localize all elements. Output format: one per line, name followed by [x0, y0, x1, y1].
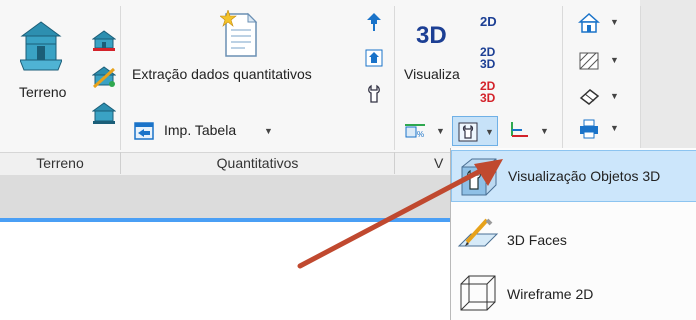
- menu-item-object-3d-view[interactable]: Visualização Objetos 3D: [451, 150, 696, 202]
- eraser-tool-button[interactable]: ▼: [578, 86, 624, 108]
- terreno-button-label: Terreno: [19, 84, 67, 100]
- view-2d3d-alt-bottom: 3D: [480, 91, 496, 105]
- object-3d-view-icon: [461, 158, 497, 196]
- visualiza-button[interactable]: 3D Visualiza: [400, 10, 470, 90]
- view-2d-icon: 2D: [480, 14, 497, 29]
- axis-icon: [511, 122, 528, 137]
- view-mode-dropdown-menu: Visualização Objetos 3D 3D Faces Wirefra…: [450, 148, 696, 320]
- section-view-icon: %: [405, 124, 425, 139]
- house-tool-button[interactable]: ▼: [578, 12, 624, 34]
- object-view-wrench-icon: [458, 122, 478, 142]
- wireframe-cube-icon: [460, 275, 496, 311]
- terrain-house-icon: [20, 21, 62, 71]
- hatch-icon: [579, 52, 599, 70]
- document-star-icon: [220, 10, 258, 57]
- import-table-icon: [134, 122, 154, 140]
- axis-view-button[interactable]: ▼: [506, 118, 552, 142]
- menu-item-wireframe-2d-label: Wireframe 2D: [507, 286, 594, 302]
- svg-text:%: %: [417, 130, 424, 139]
- object-view-dropdown-arrow[interactable]: ▼: [485, 127, 494, 137]
- eraser-tool-dropdown-arrow[interactable]: ▼: [610, 91, 619, 101]
- big-3d-icon: 3D: [416, 22, 447, 49]
- printer-icon: [580, 119, 598, 139]
- terrain-level-icon[interactable]: [92, 102, 116, 124]
- 3d-faces-icon: [457, 218, 499, 247]
- group-label-separator: [394, 152, 395, 174]
- import-table-label: Imp. Tabela: [164, 122, 237, 138]
- group-separator: [120, 6, 121, 150]
- group-label-quantitativos: Quantitativos: [216, 155, 299, 171]
- hatch-tool-button[interactable]: ▼: [578, 50, 624, 72]
- terreno-button[interactable]: Terreno: [10, 20, 74, 110]
- terrain-edit-icon[interactable]: [92, 66, 116, 88]
- object-view-button[interactable]: ▼: [452, 116, 498, 146]
- view-2d3d-bottom: 3D: [480, 57, 496, 71]
- terrain-small-icon[interactable]: [92, 30, 116, 52]
- menu-item-3d-faces-label: 3D Faces: [507, 232, 567, 248]
- house-outline-icon: [578, 12, 600, 33]
- menu-item-wireframe-2d[interactable]: Wireframe 2D: [451, 266, 696, 318]
- view-2d3d-alt-button[interactable]: 2D 3D: [478, 80, 504, 110]
- house-arrow-icon[interactable]: [364, 48, 384, 68]
- wrench-icon[interactable]: [366, 84, 382, 104]
- view-2d-button[interactable]: 2D: [478, 14, 504, 32]
- group-label-terreno: Terreno: [36, 155, 84, 171]
- section-view-button[interactable]: % ▼: [402, 118, 448, 142]
- import-table-button[interactable]: Imp. Tabela ▼: [134, 120, 284, 142]
- eraser-icon: [579, 89, 600, 105]
- hatch-tool-dropdown-arrow[interactable]: ▼: [610, 55, 619, 65]
- menu-item-3d-faces[interactable]: 3D Faces: [451, 210, 696, 262]
- import-table-dropdown-arrow[interactable]: ▼: [264, 126, 273, 136]
- group-separator: [562, 6, 563, 150]
- section-view-dropdown-arrow[interactable]: ▼: [436, 126, 445, 136]
- print-tool-button[interactable]: ▼: [578, 118, 624, 140]
- arrow-up-icon[interactable]: [366, 12, 382, 32]
- visualiza-label: Visualiza: [404, 66, 460, 82]
- extract-quantities-label: Extração dados quantitativos: [132, 66, 312, 82]
- group-separator: [640, 6, 641, 150]
- extract-quantities-button[interactable]: Extração dados quantitativos: [128, 6, 358, 96]
- ribbon-edge: [640, 0, 696, 152]
- menu-item-object-3d-view-label: Visualização Objetos 3D: [508, 168, 661, 184]
- axis-view-dropdown-arrow[interactable]: ▼: [540, 126, 549, 136]
- house-tool-dropdown-arrow[interactable]: ▼: [610, 17, 619, 27]
- view-2d3d-button[interactable]: 2D 3D: [478, 46, 504, 76]
- group-separator: [394, 6, 395, 150]
- print-tool-dropdown-arrow[interactable]: ▼: [610, 123, 619, 133]
